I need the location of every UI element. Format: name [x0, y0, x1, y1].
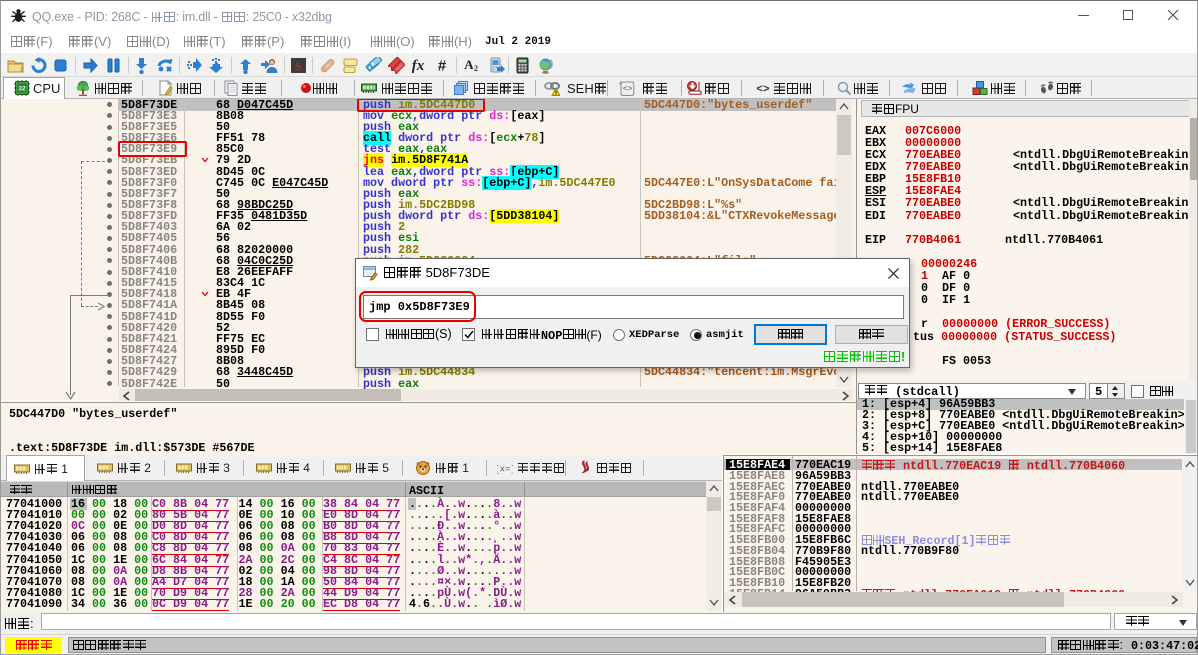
svg-text:<>: <>: [623, 85, 633, 94]
svg-text:A: A: [464, 57, 474, 72]
svg-text:2: 2: [474, 64, 478, 73]
svg-text:#: #: [438, 58, 447, 75]
svg-text:[x=]: [x=]: [497, 465, 513, 475]
svg-text:<>: <>: [756, 84, 770, 96]
svg-text:S: S: [295, 59, 302, 73]
svg-text:fx: fx: [412, 58, 425, 74]
svg-text:32: 32: [18, 86, 26, 93]
